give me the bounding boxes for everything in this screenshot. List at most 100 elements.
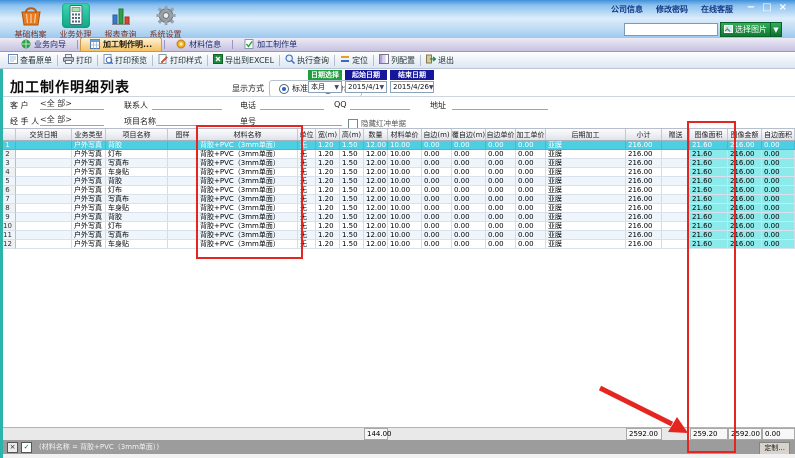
export-excel-button[interactable]: 导出到EXCEL: [209, 54, 278, 66]
table-cell[interactable]: 12.00: [364, 150, 388, 159]
table-cell[interactable]: 216.00: [728, 204, 762, 213]
table-cell[interactable]: 10.00: [388, 204, 422, 213]
table-row[interactable]: 11户外写真写真布背胶+PVC（3mm单面）无1.201.5012.0010.0…: [0, 231, 795, 240]
table-cell[interactable]: 1.20: [316, 222, 340, 231]
table-cell[interactable]: 0.00: [452, 195, 486, 204]
table-cell[interactable]: 0.00: [516, 150, 546, 159]
table-cell[interactable]: 0.00: [762, 213, 795, 222]
table-cell[interactable]: 0.00: [516, 186, 546, 195]
table-cell[interactable]: [662, 222, 690, 231]
table-row[interactable]: 4户外写真车身贴背胶+PVC（3mm单面）无1.201.5012.0010.00…: [0, 168, 795, 177]
table-cell[interactable]: 216.00: [728, 168, 762, 177]
table-cell[interactable]: [168, 204, 198, 213]
table-cell[interactable]: 背胶: [106, 177, 168, 186]
image-search-input[interactable]: [624, 23, 718, 36]
table-cell[interactable]: 0.00: [486, 231, 516, 240]
choose-image-button[interactable]: 选择图片: [720, 22, 771, 37]
table-cell[interactable]: 背胶+PVC（3mm单面）: [198, 141, 298, 150]
table-cell[interactable]: 216.00: [626, 222, 662, 231]
table-cell[interactable]: 0.00: [516, 222, 546, 231]
table-cell[interactable]: 户外写真: [72, 222, 106, 231]
table-cell[interactable]: 21.60: [690, 186, 728, 195]
tab-material-info[interactable]: 材料信息: [167, 38, 230, 51]
column-header[interactable]: 覆自边(m): [452, 129, 486, 140]
table-cell[interactable]: 背胶+PVC（3mm单面）: [198, 240, 298, 249]
column-config-button[interactable]: 列配置: [375, 54, 419, 66]
phone-field[interactable]: [260, 98, 324, 110]
table-cell[interactable]: 写真布: [106, 159, 168, 168]
table-cell[interactable]: [662, 213, 690, 222]
table-cell[interactable]: 0.00: [422, 159, 452, 168]
table-cell[interactable]: 216.00: [728, 231, 762, 240]
table-cell[interactable]: 1.50: [340, 204, 364, 213]
table-cell[interactable]: 无: [298, 141, 316, 150]
table-cell[interactable]: 21.60: [690, 240, 728, 249]
table-cell[interactable]: 0.00: [422, 222, 452, 231]
date-filter-dropdown[interactable]: 本月▼: [308, 81, 342, 93]
filter-enabled-checkbox[interactable]: ✓: [21, 442, 32, 453]
table-cell[interactable]: [16, 213, 72, 222]
table-cell[interactable]: [16, 150, 72, 159]
table-row[interactable]: 9户外写真背胶背胶+PVC（3mm单面）无1.201.5012.0010.000…: [0, 213, 795, 222]
table-cell[interactable]: 0.00: [422, 231, 452, 240]
table-cell[interactable]: 10.00: [388, 141, 422, 150]
table-cell[interactable]: 无: [298, 168, 316, 177]
maximize-button[interactable]: □: [762, 2, 771, 13]
table-cell[interactable]: 10.00: [388, 186, 422, 195]
close-button[interactable]: ×: [779, 2, 787, 13]
table-cell[interactable]: [168, 195, 198, 204]
column-header[interactable]: 材料名称: [198, 129, 298, 140]
table-cell[interactable]: 1.20: [316, 150, 340, 159]
table-cell[interactable]: 0.00: [762, 195, 795, 204]
table-cell[interactable]: [662, 159, 690, 168]
table-cell[interactable]: 12.00: [364, 204, 388, 213]
table-row[interactable]: 5户外写真背胶背胶+PVC（3mm单面）无1.201.5012.0010.000…: [0, 177, 795, 186]
table-cell[interactable]: 1.20: [316, 213, 340, 222]
table-row[interactable]: 7户外写真写真布背胶+PVC（3mm单面）无1.201.5012.0010.00…: [0, 195, 795, 204]
table-cell[interactable]: 1.50: [340, 150, 364, 159]
table-cell[interactable]: 216.00: [626, 177, 662, 186]
column-header[interactable]: 单位: [298, 129, 316, 140]
table-cell[interactable]: 灯布: [106, 186, 168, 195]
table-cell[interactable]: 216.00: [728, 141, 762, 150]
online-service-link[interactable]: 在线客服: [701, 4, 733, 15]
table-cell[interactable]: [662, 195, 690, 204]
table-cell[interactable]: 亚膜: [546, 213, 626, 222]
table-cell[interactable]: 0.00: [422, 204, 452, 213]
table-cell[interactable]: 12.00: [364, 222, 388, 231]
table-cell[interactable]: [168, 141, 198, 150]
column-header[interactable]: 赠送: [662, 129, 690, 140]
table-cell[interactable]: 0.00: [452, 222, 486, 231]
execute-query-button[interactable]: 执行查询: [281, 54, 333, 66]
table-cell[interactable]: 写真布: [106, 231, 168, 240]
table-cell[interactable]: 216.00: [728, 222, 762, 231]
hide-red-checkbox[interactable]: [348, 119, 358, 129]
table-cell[interactable]: 1.20: [316, 195, 340, 204]
table-cell[interactable]: 0.00: [762, 204, 795, 213]
table-cell[interactable]: 216.00: [626, 195, 662, 204]
table-cell[interactable]: 背胶: [106, 141, 168, 150]
column-header[interactable]: 项目名称: [106, 129, 168, 140]
table-cell[interactable]: [16, 231, 72, 240]
table-cell[interactable]: 216.00: [728, 195, 762, 204]
table-cell[interactable]: 背胶+PVC（3mm单面）: [198, 204, 298, 213]
table-cell[interactable]: 背胶+PVC（3mm单面）: [198, 186, 298, 195]
table-cell[interactable]: 216.00: [626, 141, 662, 150]
table-cell[interactable]: [16, 195, 72, 204]
table-cell[interactable]: 216.00: [626, 204, 662, 213]
filter-close-icon[interactable]: ×: [7, 442, 18, 453]
table-cell[interactable]: 写真布: [106, 195, 168, 204]
table-cell[interactable]: 0.00: [452, 186, 486, 195]
table-cell[interactable]: 无: [298, 231, 316, 240]
table-cell[interactable]: 0.00: [452, 141, 486, 150]
table-cell[interactable]: [16, 177, 72, 186]
table-cell[interactable]: 0.00: [422, 186, 452, 195]
table-cell[interactable]: 背胶+PVC（3mm单面）: [198, 150, 298, 159]
table-cell[interactable]: 10.00: [388, 159, 422, 168]
table-cell[interactable]: 216.00: [626, 168, 662, 177]
table-cell[interactable]: [16, 168, 72, 177]
table-cell[interactable]: 无: [298, 186, 316, 195]
column-header[interactable]: 材料单价: [388, 129, 422, 140]
table-cell[interactable]: 0.00: [486, 141, 516, 150]
table-cell[interactable]: 0.00: [516, 204, 546, 213]
